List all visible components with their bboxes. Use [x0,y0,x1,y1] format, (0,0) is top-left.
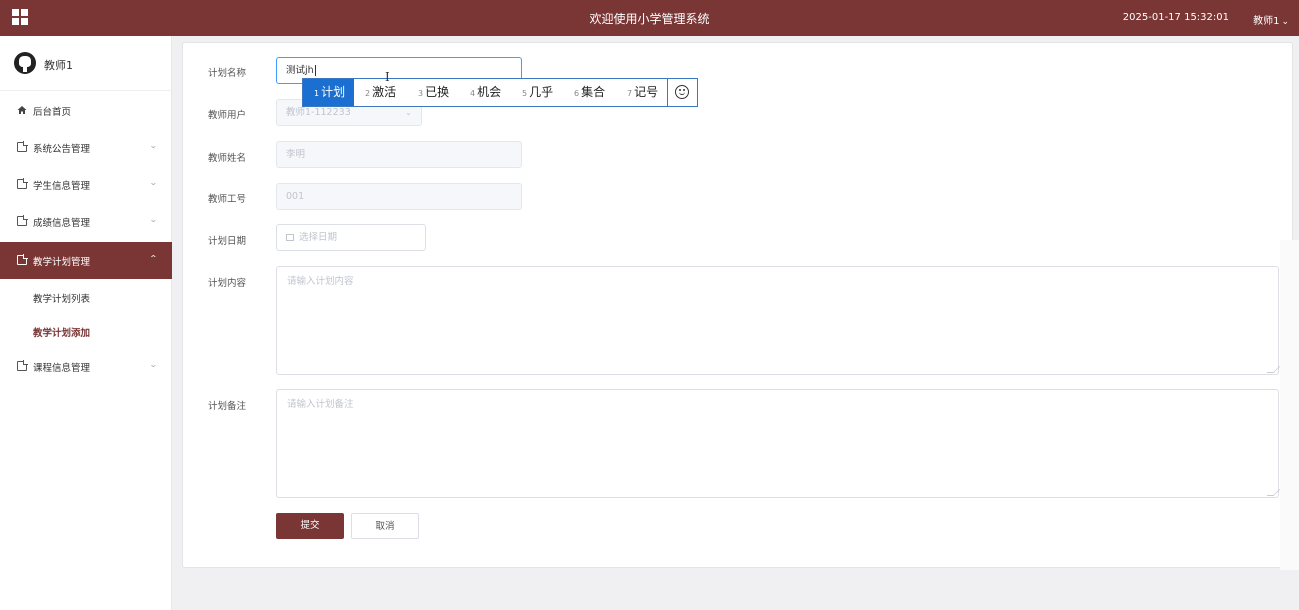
chevron-down-icon: ⌄ [148,360,158,369]
app-title: 欢迎使用小学管理系统 [589,12,710,26]
document-icon [17,254,28,265]
chevron-down-icon: ⌄ [1281,17,1289,27]
user-menu[interactable]: 教师1 ⌄ [1253,12,1289,27]
ime-candidate-1[interactable]: 1 计划 [303,79,355,106]
ime-candidate-2[interactable]: 2 激活 [365,79,396,106]
sidebar-item-students[interactable]: 学生信息管理 ⌄ [0,166,172,203]
document-icon [17,215,28,226]
plan-content-placeholder: 请输入计划内容 [287,276,354,287]
teacher-user-label: 教师用户 [208,110,247,121]
smiley-icon[interactable] [675,85,689,99]
ime-divider [667,79,668,106]
sidebar-subitem-plan-list[interactable]: 教学计划列表 [0,280,172,314]
chevron-down-icon: ⌄ [148,141,158,150]
i-beam-cursor-icon: I [385,70,390,84]
plan-name-label: 计划名称 [208,68,247,79]
plan-note-placeholder: 请输入计划备注 [287,399,354,410]
profile-name: 教师1 [44,59,73,72]
sidebar-item-label: 后台首页 [33,107,72,118]
teacher-no-label: 教师工号 [208,194,247,205]
home-icon [17,106,27,114]
chevron-down-icon: ⌄ [148,215,158,224]
user-menu-label: 教师1 [1253,16,1280,27]
teacher-name-value: 李明 [286,149,306,160]
sidebar-profile: 教师1 [0,36,172,91]
sidebar-item-label: 系统公告管理 [33,144,91,155]
sidebar-subitem-label: 教学计划添加 [33,328,91,339]
sidebar-subitem-label: 教学计划列表 [33,294,91,305]
plan-note-label: 计划备注 [208,401,247,412]
ime-candidate-4[interactable]: 4 机会 [470,79,501,106]
document-icon [17,178,28,189]
ime-candidate-5[interactable]: 5 几乎 [522,79,553,106]
sidebar-item-label: 成绩信息管理 [33,218,91,229]
scroll-gutter [1280,240,1299,570]
sidebar-item-courses[interactable]: 课程信息管理 ⌄ [0,348,172,385]
sidebar-item-home[interactable]: 后台首页 [0,92,172,129]
cancel-button[interactable]: 取消 [351,513,419,539]
teacher-user-value: 教师1-112233 [286,107,351,118]
teacher-name-label: 教师姓名 [208,153,247,164]
text-caret [314,65,316,76]
ime-candidate-7[interactable]: 7 记号 [627,79,658,106]
sidebar-item-label: 课程信息管理 [33,363,91,374]
top-bar: 欢迎使用小学管理系统 2025-01-17 15:32:01 教师1 ⌄ [0,0,1299,36]
avatar [14,52,36,74]
document-icon [17,360,28,371]
plan-name-value: 测试jh [286,65,314,76]
sidebar-item-announcements[interactable]: 系统公告管理 ⌄ [0,129,172,166]
chevron-up-icon: ⌃ [148,254,158,263]
sidebar-item-label: 学生信息管理 [33,181,91,192]
sidebar: 教师1 后台首页 系统公告管理 ⌄ 学生信息管理 ⌄ 成绩信息管理 ⌄ 教学计划… [0,36,172,610]
sidebar-item-grades[interactable]: 成绩信息管理 ⌄ [0,203,172,240]
teacher-no-input: 001 [276,183,522,210]
ime-candidate-bar: 1 计划 2 激活 3 已换 4 机会 5 几乎 6 集合 7 记号 [302,78,698,107]
current-datetime: 2025-01-17 15:32:01 [1122,12,1229,23]
plan-date-placeholder: 选择日期 [299,232,338,243]
plan-date-picker[interactable]: 选择日期 [276,224,426,251]
submit-button[interactable]: 提交 [276,513,344,539]
plan-content-textarea[interactable]: 请输入计划内容 [276,266,1281,375]
ime-candidate-3[interactable]: 3 已换 [418,79,449,106]
sidebar-item-teaching-plans[interactable]: 教学计划管理 ⌃ [0,242,172,279]
plan-date-label: 计划日期 [208,236,247,247]
document-icon [17,141,28,152]
resize-handle[interactable] [1266,366,1281,373]
plan-note-textarea[interactable]: 请输入计划备注 [276,389,1281,498]
sidebar-item-label: 教学计划管理 [33,257,91,268]
sidebar-subitem-plan-add[interactable]: 教学计划添加 [0,314,172,348]
teacher-name-input: 李明 [276,141,522,168]
chevron-down-icon: ⌄ [148,178,158,187]
plan-content-label: 计划内容 [208,278,247,289]
resize-handle[interactable] [1266,489,1281,496]
calendar-icon [286,234,294,241]
teacher-no-value: 001 [286,191,305,202]
ime-candidate-6[interactable]: 6 集合 [574,79,605,106]
